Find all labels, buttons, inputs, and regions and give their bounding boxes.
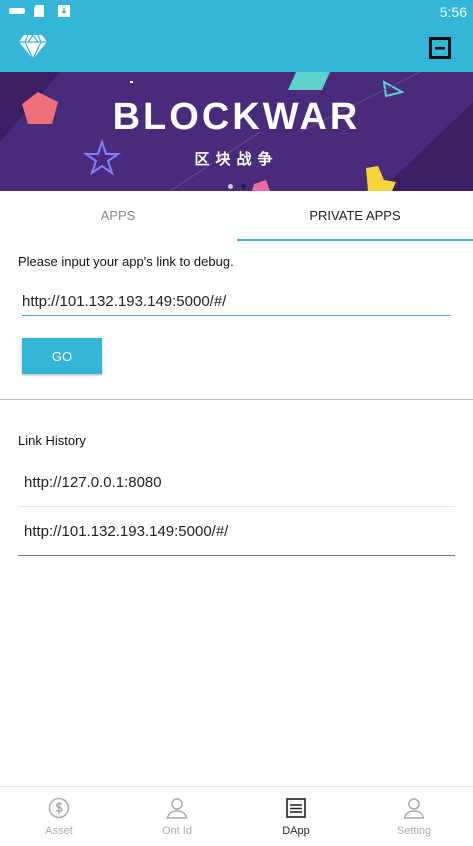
tab-private-apps[interactable]: PRIVATE APPS	[237, 191, 473, 241]
status-time: 5:56	[439, 4, 467, 20]
nav-ont-id-label: Ont Id	[162, 825, 192, 837]
banner-subtitle: 区块战争	[194, 151, 279, 168]
scan-icon[interactable]	[429, 37, 451, 59]
go-button[interactable]: GO	[22, 338, 102, 374]
banner-title: BLOCKWAR	[112, 96, 361, 138]
list-icon	[286, 798, 306, 818]
nav-setting-label: Setting	[396, 825, 432, 837]
nav-asset-label: Asset	[45, 825, 73, 837]
nav-setting[interactable]: Setting	[355, 787, 473, 846]
app-link-input[interactable]	[22, 288, 451, 316]
link-history-title: Link History	[18, 433, 86, 448]
person-icon	[166, 798, 188, 819]
tab-apps[interactable]: APPS	[0, 191, 236, 241]
carousel-dot	[241, 184, 247, 189]
debug-prompt: Please input your app's link to debug.	[18, 254, 234, 269]
section-divider	[0, 399, 473, 400]
carousel-dot-active	[228, 184, 233, 189]
bottom-nav: Asset Ont Id DApp Setting	[0, 786, 473, 845]
history-item[interactable]: http://101.132.193.149:5000/#/	[18, 508, 455, 556]
tab-bar: APPS PRIVATE APPS	[0, 191, 473, 241]
carousel-indicator	[228, 176, 250, 191]
status-bar: 5:56	[0, 0, 473, 24]
nav-dapp-label: DApp	[282, 825, 310, 837]
person-icon	[403, 798, 425, 819]
notification-icon	[9, 8, 25, 14]
banner-carousel[interactable]: BLOCKWAR 区块战争	[0, 72, 473, 191]
download-icon	[58, 5, 70, 17]
nav-dapp[interactable]: DApp	[237, 787, 355, 846]
history-item[interactable]: http://127.0.0.1:8080	[18, 459, 455, 507]
nav-ont-id[interactable]: Ont Id	[118, 787, 236, 846]
diamond-logo-icon	[19, 34, 47, 60]
sd-card-icon	[34, 5, 44, 17]
app-bar	[0, 24, 473, 72]
nav-asset[interactable]: Asset	[0, 787, 118, 846]
dollar-circle-icon	[48, 797, 70, 819]
